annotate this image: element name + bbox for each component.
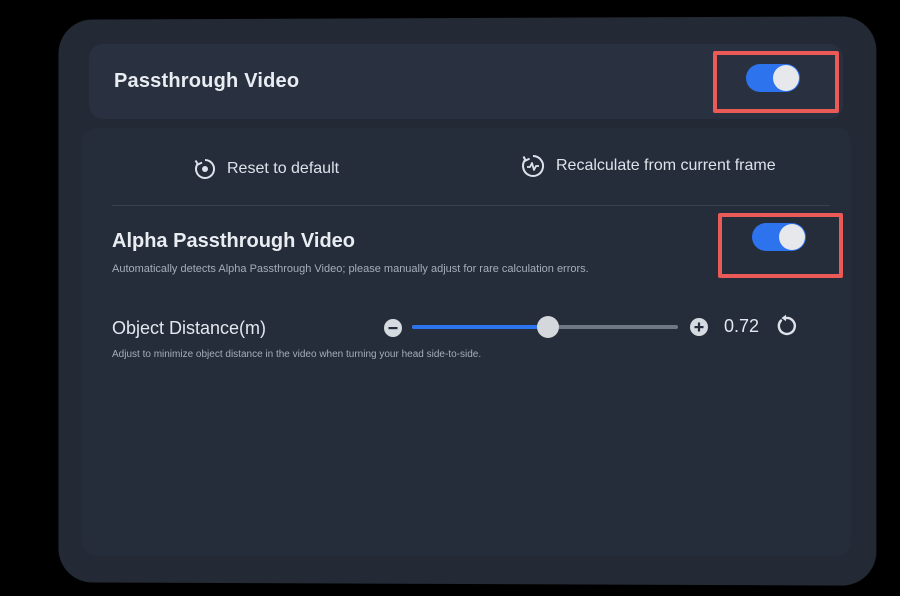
minus-icon	[388, 327, 398, 330]
undo-icon	[777, 314, 797, 336]
object-distance-description: Adjust to minimize object distance in th…	[112, 349, 482, 360]
alpha-settings-card	[82, 128, 851, 556]
object-distance-value: 0.72	[724, 316, 760, 336]
alpha-title: Alpha Passthrough Video	[112, 230, 355, 252]
toggle-knob	[773, 65, 799, 91]
reset-default-button[interactable]: Reset to default	[193, 157, 339, 181]
decrease-button[interactable]	[384, 319, 402, 337]
reset-default-label: Reset to default	[227, 160, 340, 177]
reset-circle-icon	[193, 157, 217, 181]
toggle-knob	[779, 224, 805, 250]
recalculate-label: Recalculate from current frame	[556, 157, 776, 174]
recalculate-button[interactable]: Recalculate from current frame	[520, 153, 776, 179]
object-distance-label: Object Distance(m)	[112, 318, 267, 338]
passthrough-title: Passthrough Video	[114, 70, 300, 92]
slider-thumb[interactable]	[536, 316, 559, 338]
plus-icon	[694, 322, 704, 332]
alpha-toggle[interactable]	[752, 223, 806, 251]
distance-reset-button[interactable]	[774, 314, 798, 338]
increase-button[interactable]	[690, 318, 708, 336]
passthrough-toggle[interactable]	[746, 64, 800, 92]
alpha-description: Automatically detects Alpha Passthrough …	[112, 263, 589, 275]
recalculate-icon	[520, 153, 546, 179]
object-distance-slider[interactable]	[412, 316, 678, 338]
slider-fill	[412, 325, 548, 329]
divider	[112, 205, 830, 206]
